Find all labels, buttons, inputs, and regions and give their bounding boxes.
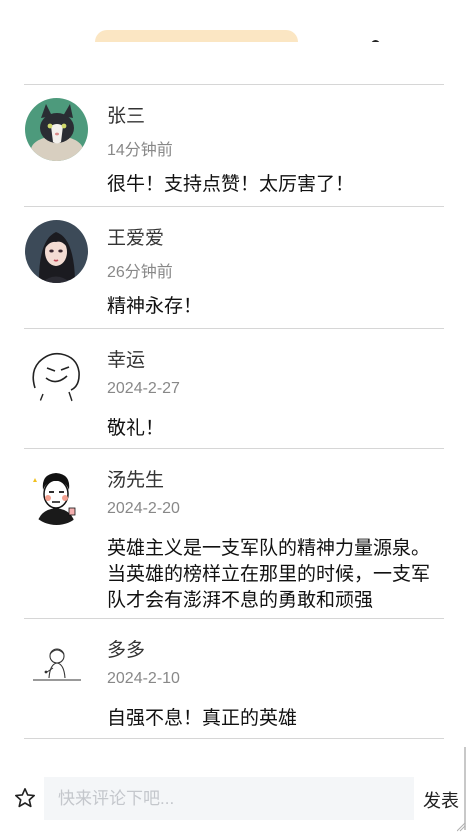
- comment-author: 王爱爱: [107, 228, 165, 249]
- comment-text: 很牛！支持点赞！太厉害了！: [107, 174, 355, 195]
- comment-text: 精神永存！: [107, 296, 203, 317]
- comment-time: 26分钟前: [107, 264, 173, 281]
- comment-list: 张三 14分钟前 很牛！支持点赞！太厉害了！ 王爱爱 26分钟前 精神永存！ 幸…: [24, 84, 444, 739]
- comment-input-bar: 发表: [0, 768, 466, 832]
- comment-item: 幸运 2024-2-27 敬礼！: [24, 329, 444, 449]
- top-tag-pill: [95, 30, 298, 42]
- comment-time: 2024-2-10: [107, 670, 180, 687]
- top-dot-icon: [371, 40, 380, 42]
- comment-author: 汤先生: [107, 470, 165, 491]
- comment-text: 敬礼！: [107, 418, 165, 439]
- comment-item: 张三 14分钟前 很牛！支持点赞！太厉害了！: [24, 85, 444, 207]
- comment-item: 多多 2024-2-10 自强不息！真正的英雄: [24, 619, 444, 739]
- comment-text: 英雄主义是一支军队的精神力量源泉。当英雄的榜样立在那里的时候，一支军队才会有澎湃…: [107, 538, 431, 611]
- resize-handle-icon[interactable]: [456, 745, 466, 832]
- comment-author: 张三: [107, 106, 146, 127]
- sketch-figure-avatar[interactable]: [25, 632, 88, 695]
- star-icon[interactable]: [13, 786, 37, 810]
- comment-time: 2024-2-20: [107, 500, 180, 517]
- comment-input[interactable]: [44, 777, 414, 820]
- comment-time: 14分钟前: [107, 142, 173, 159]
- comment-author: 幸运: [107, 350, 146, 371]
- cat-avatar[interactable]: [25, 98, 88, 161]
- comment-item: 汤先生 2024-2-20 英雄主义是一支军队的精神力量源泉。当英雄的榜样立在那…: [24, 449, 444, 619]
- comment-text: 自强不息！真正的英雄: [107, 708, 298, 729]
- comment-time: 2024-2-27: [107, 380, 180, 397]
- cartoon-man-avatar[interactable]: [25, 462, 88, 525]
- comment-author: 多多: [107, 640, 146, 661]
- top-partial-content: [0, 0, 466, 42]
- doodle-face-avatar[interactable]: [25, 342, 88, 405]
- comment-item: 王爱爱 26分钟前 精神永存！: [24, 207, 444, 329]
- send-button[interactable]: 发表: [423, 787, 459, 813]
- girl-avatar[interactable]: [25, 220, 88, 283]
